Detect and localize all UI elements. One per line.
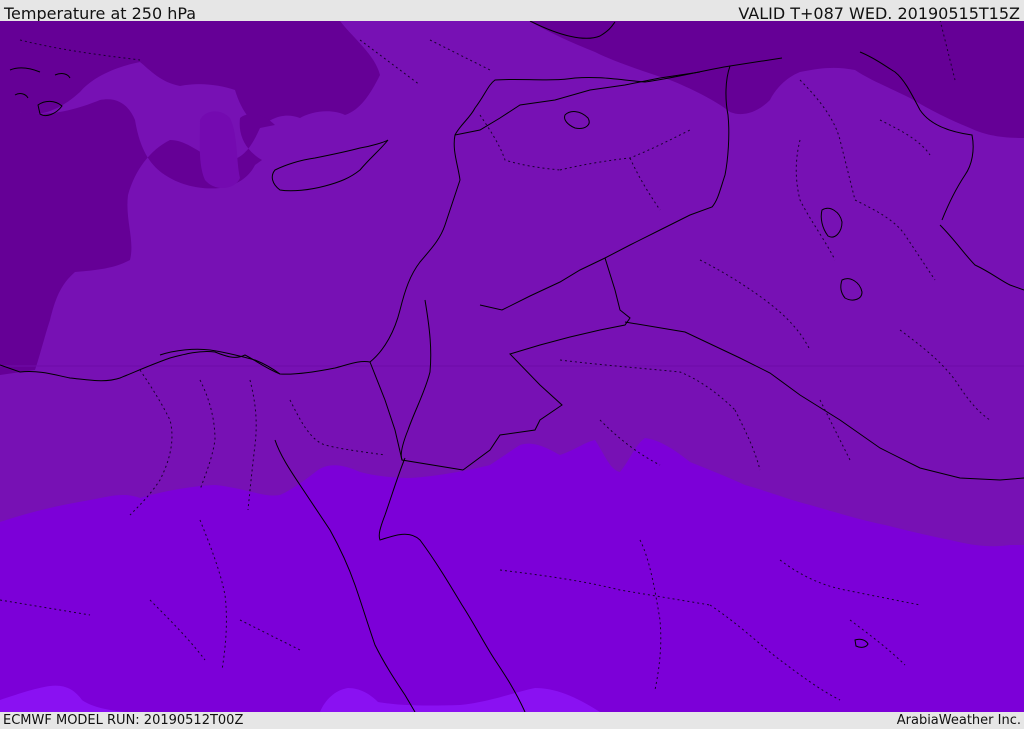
model-run-label: ECMWF MODEL RUN: 20190512T00Z <box>3 713 244 728</box>
credit-label: ArabiaWeather Inc. <box>896 713 1021 728</box>
header-bar: Temperature at 250 hPa VALID T+087 WED. … <box>0 0 1024 23</box>
footer-bar: ECMWF MODEL RUN: 20190512T00Z ArabiaWeat… <box>0 712 1024 729</box>
temperature-map <box>0 21 1024 712</box>
